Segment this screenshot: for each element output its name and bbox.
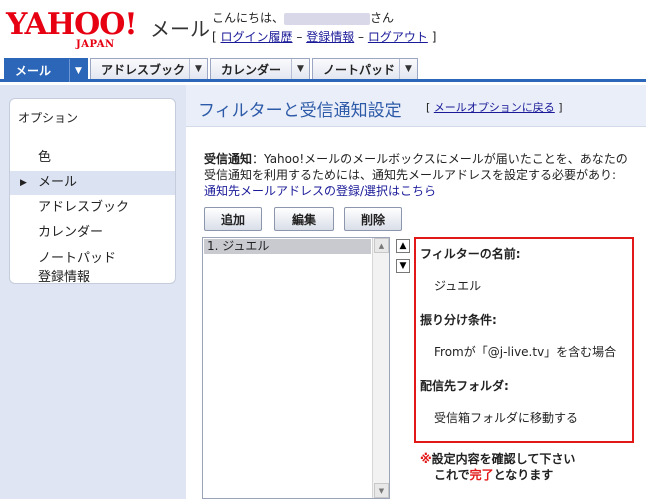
move-up-icon[interactable]: ▲ — [396, 239, 410, 253]
notice-label: 受信通知 — [204, 152, 253, 166]
page-title: フィルターと受信通知設定 — [198, 101, 402, 121]
sidebar-item-account-info[interactable]: 登録情報 — [10, 271, 175, 284]
destination-folder-value: 受信箱フォルダに移動する — [434, 411, 579, 425]
scroll-up-icon[interactable]: ▲ — [374, 238, 389, 253]
link-separator: – — [358, 30, 365, 44]
note-line1: 設定内容を確認して下さい — [431, 452, 576, 466]
confirmation-note: ※設定内容を確認して下さい これで完了となります — [420, 451, 575, 483]
chevron-down-icon[interactable]: ▼ — [189, 59, 207, 79]
mail-brand-label: メール — [150, 17, 210, 41]
account-links: [ ログイン履歴 – 登録情報 – ログアウト ] — [212, 29, 436, 45]
logo-japan-text: JAPAN — [76, 39, 115, 50]
delete-filter-button[interactable]: 削除 — [344, 207, 402, 231]
greeting-suffix: さん — [370, 11, 395, 25]
note-line2-post: となります — [493, 468, 554, 482]
notification-info: 受信通知：Yahoo!メールのメールボックスにメールが届いたことを、あなたの 受… — [204, 151, 646, 199]
tab-mail[interactable]: メール ▼ — [4, 58, 88, 82]
filter-name-value: ジュエル — [434, 279, 482, 293]
back-link-wrap: [ メールオプションに戻る ] — [426, 101, 563, 114]
tab-calendar-label: カレンダー — [221, 62, 282, 77]
note-mark: ※ — [420, 452, 432, 466]
app-header: YAHOO! JAPAN メール こんにちは、 さん [ ログイン履歴 – 登録情… — [0, 0, 646, 56]
edit-filter-button[interactable]: 編集 — [274, 207, 334, 231]
tab-calendar[interactable]: カレンダー ▼ — [210, 58, 310, 79]
back-to-mail-options-link[interactable]: メールオプションに戻る — [434, 101, 555, 114]
bracket-open: [ — [212, 30, 217, 44]
login-history-link[interactable]: ログイン履歴 — [221, 30, 293, 44]
filter-condition-value: Fromが「@j-live.tv」を含む場合 — [434, 345, 617, 359]
move-down-icon[interactable]: ▼ — [396, 259, 410, 273]
account-info-link[interactable]: 登録情報 — [306, 30, 354, 44]
scroll-down-icon[interactable]: ▼ — [374, 483, 389, 498]
filter-name-label: フィルターの名前: — [420, 247, 521, 261]
filter-list[interactable]: 1. ジュエル ▲ ▼ — [202, 237, 390, 499]
list-item[interactable]: 1. ジュエル — [204, 239, 371, 254]
logout-link[interactable]: ログアウト — [368, 30, 428, 44]
add-filter-button[interactable]: 追加 — [204, 207, 262, 231]
link-separator: – — [296, 30, 303, 44]
greeting-prefix: こんにちは、 — [212, 11, 285, 25]
sidebar-item-notepad[interactable]: ノートパッド — [10, 247, 175, 271]
sidebar-item-calendar[interactable]: カレンダー — [10, 221, 175, 245]
filter-list-scrollbar[interactable]: ▲ ▼ — [372, 238, 389, 498]
options-title: オプション — [18, 111, 79, 125]
sidebar-item-mail-label: メール — [38, 175, 78, 190]
note-line2-em: 完了 — [469, 468, 494, 482]
notice-line1: ：Yahoo!メールのメールボックスにメールが届いたことを、あなたの — [252, 152, 628, 166]
tab-address-book[interactable]: アドレスブック ▼ — [90, 58, 208, 79]
logo-yahoo-text: YAHOO! — [6, 7, 138, 42]
tab-mail-label: メール — [15, 64, 52, 78]
filter-condition-label: 振り分け条件: — [420, 313, 497, 327]
tab-notepad-label: ノートパッド — [323, 62, 396, 77]
greeting: こんにちは、 さん [ ログイン履歴 – 登録情報 – ログアウト ] — [212, 10, 436, 45]
username-redacted — [284, 12, 371, 25]
chevron-down-icon[interactable]: ▼ — [291, 59, 309, 79]
options-menu: オプション 色 ▶ メール アドレスブック カレンダー ノートパッド 登録情報 — [9, 98, 176, 284]
sidebar-item-address-book[interactable]: アドレスブック — [10, 196, 175, 220]
tab-address-book-label: アドレスブック — [101, 62, 186, 77]
sidebar-item-color[interactable]: 色 — [10, 146, 175, 170]
filter-detail-panel: フィルターの名前: ジュエル 振り分け条件: Fromが「@j-live.tv」… — [414, 237, 634, 443]
chevron-down-icon[interactable]: ▼ — [69, 59, 87, 82]
main-content: フィルターと受信通知設定 [ メールオプションに戻る ] 受信通知：Yahoo!… — [186, 85, 646, 499]
yahoo-japan-logo[interactable]: YAHOO! JAPAN — [6, 8, 150, 52]
destination-folder-label: 配信先フォルダ: — [420, 379, 509, 393]
options-sidebar: オプション 色 ▶ メール アドレスブック カレンダー ノートパッド 登録情報 — [0, 85, 186, 499]
tab-notepad[interactable]: ノートパッド ▼ — [312, 58, 418, 79]
page-title-bar: フィルターと受信通知設定 [ メールオプションに戻る ] — [186, 85, 646, 127]
current-marker-icon: ▶ — [20, 178, 27, 188]
chevron-down-icon[interactable]: ▼ — [399, 59, 417, 79]
notify-address-link[interactable]: 通知先メールアドレスの登録/選択はこちら — [204, 184, 436, 198]
app-tab-bar: メール ▼ アドレスブック ▼ カレンダー ▼ ノートパッド ▼ — [0, 58, 646, 82]
bracket-close: ] — [431, 30, 437, 44]
note-line2-pre: これで — [434, 468, 470, 482]
notice-line2: 受信通知を利用するためには、通知先メールアドレスを設定する必要があり: — [204, 168, 617, 182]
sidebar-item-mail[interactable]: ▶ メール — [10, 171, 175, 195]
